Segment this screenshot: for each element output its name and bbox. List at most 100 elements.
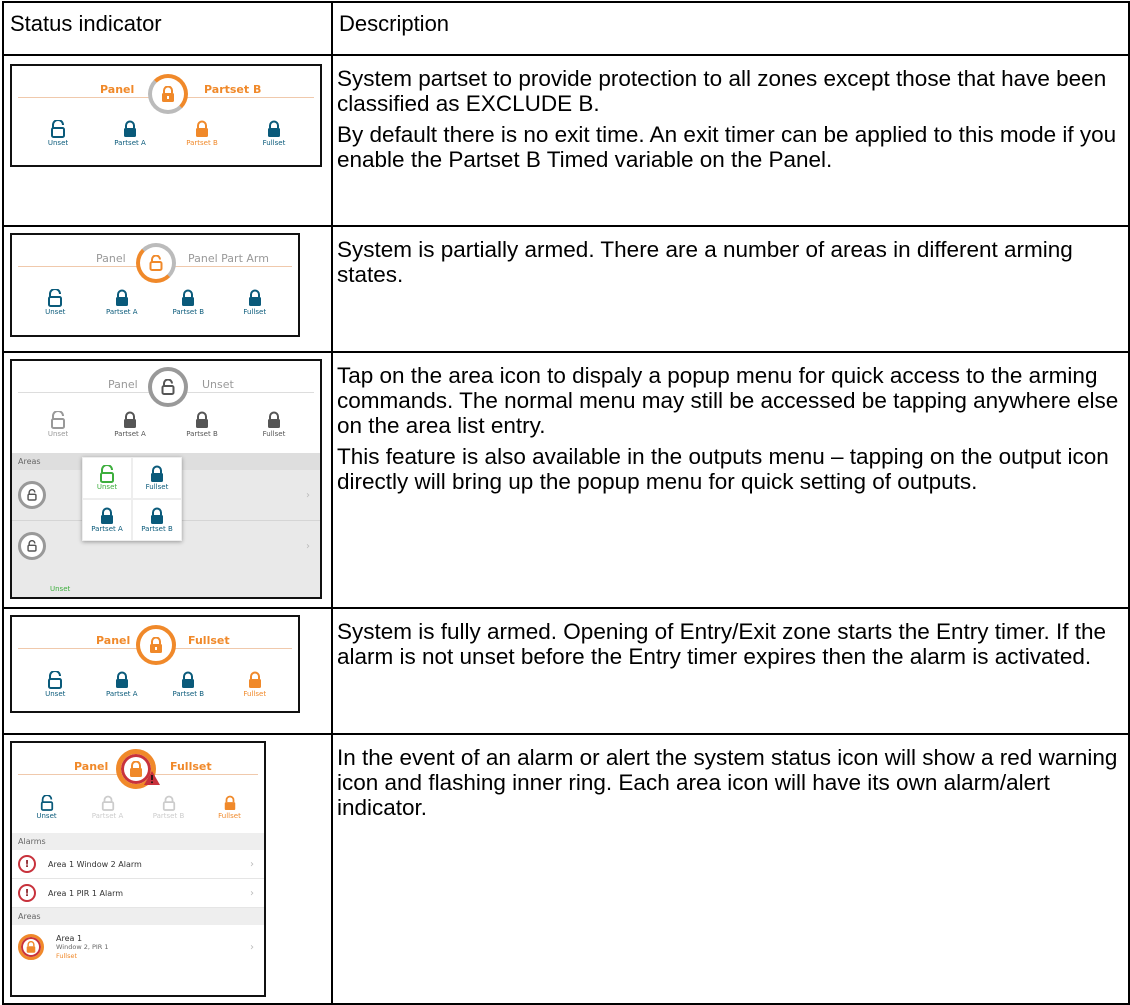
- alarm-list-item[interactable]: ! Area 1 Window 2 Alarm ›: [12, 850, 264, 879]
- open-lock-icon: [40, 795, 53, 811]
- popup-partset-a-button[interactable]: Partset A: [82, 499, 132, 541]
- alarm-screenshot: Panel Fullset Unset Partset A Partset B …: [10, 741, 266, 997]
- description-paragraph: By default there is no exit time. An exi…: [337, 122, 1117, 172]
- mode-unset-button[interactable]: Unset: [17, 795, 77, 833]
- chevron-right-icon: ›: [250, 887, 254, 899]
- popup-menu-screenshot: Panel Unset Unset Partset A Partset B Fu…: [10, 359, 322, 599]
- mode-unset-button[interactable]: Unset: [25, 671, 85, 698]
- status-table: Status indicator Description Panel Parts…: [2, 1, 1130, 1005]
- alarm-icon: !: [18, 884, 36, 902]
- system-status-icon: [136, 625, 176, 665]
- mode-buttons: Unset Partset A Partset B Fullset: [12, 795, 264, 833]
- area-status-text: Unset: [50, 585, 71, 593]
- lock-icon: [161, 86, 175, 102]
- lock-icon: [151, 507, 163, 524]
- area-status-text: Fullset: [56, 951, 78, 960]
- mode-partset-a-button[interactable]: Partset A: [100, 120, 160, 147]
- panel-label: Panel: [96, 252, 126, 265]
- mode-label: Panel Part Arm: [188, 252, 269, 265]
- chevron-right-icon: ›: [306, 540, 310, 552]
- table-row: Panel Partset B Unset Partset A Partset …: [2, 54, 1130, 227]
- lock-icon: [115, 289, 128, 306]
- mode-buttons: Unset Partset A Partset B Fullset: [12, 289, 298, 316]
- description-paragraph: Tap on the area icon to dispaly a popup …: [337, 363, 1119, 438]
- mode-label: Fullset: [188, 634, 230, 647]
- mode-partset-b-button[interactable]: Partset B: [139, 795, 199, 833]
- lock-icon: [268, 411, 280, 428]
- lock-icon: [124, 411, 136, 428]
- mode-fullset-button[interactable]: Fullset: [225, 671, 285, 698]
- mode-buttons: Unset Partset A Partset B Fullset: [12, 411, 320, 453]
- status-indicator-cell: Panel Fullset Unset Partset A Partset B …: [2, 733, 333, 1005]
- mode-buttons: Unset Partset A Partset B Fullset: [12, 671, 298, 698]
- alarms-section-label: Alarms: [12, 833, 264, 850]
- panel-label: Panel: [74, 760, 109, 773]
- mode-fullset-button[interactable]: Fullset: [200, 795, 260, 833]
- header-status-indicator: Status indicator: [2, 1, 333, 56]
- open-lock-icon: [51, 120, 65, 138]
- areas-section-label: Areas: [12, 908, 264, 925]
- open-lock-icon: [100, 465, 114, 483]
- mode-fullset-button[interactable]: Fullset: [244, 411, 304, 453]
- open-lock-icon: [48, 671, 63, 689]
- description-paragraph: System is partially armed. There are a n…: [337, 237, 1073, 287]
- description-cell: System is fully armed. Opening of Entry/…: [331, 607, 1130, 735]
- arming-popup-menu: Unset Fullset Partset A Partset B: [82, 457, 182, 541]
- mode-partset-b-button[interactable]: Partset B: [158, 289, 218, 316]
- mode-partset-b-button[interactable]: Partset B: [172, 411, 232, 453]
- warning-icon: [144, 771, 160, 785]
- popup-partset-b-button[interactable]: Partset B: [132, 499, 182, 541]
- part-arm-screenshot: Panel Panel Part Arm Unset Partset A Par…: [10, 233, 300, 337]
- mode-label: Fullset: [170, 760, 212, 773]
- open-lock-icon: [48, 289, 63, 307]
- open-lock-icon: [51, 411, 65, 429]
- area-list-item[interactable]: Area 1 Window 2, PIR 1 Fullset ›: [12, 925, 264, 969]
- panel-label: Panel: [108, 378, 138, 391]
- open-lock-icon: [161, 379, 175, 395]
- area-detail: Window 2, PIR 1: [56, 942, 109, 951]
- header-row: Status indicator Description: [2, 1, 1130, 56]
- mode-unset-button[interactable]: Unset: [25, 289, 85, 316]
- lock-icon: [115, 671, 128, 688]
- lock-icon: [196, 411, 208, 428]
- mode-unset-button[interactable]: Unset: [28, 411, 88, 453]
- area-status-icon[interactable]: [18, 481, 46, 509]
- system-status-icon: [136, 243, 176, 283]
- alarm-list-item[interactable]: ! Area 1 PIR 1 Alarm ›: [12, 879, 264, 908]
- mode-partset-b-button[interactable]: Partset B: [172, 120, 232, 147]
- popup-unset-button[interactable]: Unset: [82, 457, 132, 499]
- lock-icon: [268, 120, 280, 137]
- area-status-icon[interactable]: [18, 934, 44, 960]
- mode-label: Unset: [202, 378, 234, 391]
- lock-icon: [182, 289, 195, 306]
- header-description: Description: [331, 1, 1130, 56]
- status-indicator-cell: Panel Fullset Unset Partset A Partset B …: [2, 607, 333, 735]
- description-cell: System is partially armed. There are a n…: [331, 225, 1130, 353]
- description-paragraph: System partset to provide protection to …: [337, 66, 1107, 116]
- popup-fullset-button[interactable]: Fullset: [132, 457, 182, 499]
- table-row: Panel Fullset Unset Partset A Partset B …: [2, 733, 1130, 1005]
- lock-icon: [151, 465, 163, 482]
- system-status-icon: [148, 367, 188, 407]
- mode-fullset-button[interactable]: Fullset: [244, 120, 304, 147]
- panel-label: Panel: [96, 634, 131, 647]
- status-indicator-cell: Panel Partset B Unset Partset A Partset …: [2, 54, 333, 227]
- area-name: Area 1: [56, 933, 83, 943]
- mode-partset-a-button[interactable]: Partset A: [92, 289, 152, 316]
- open-lock-icon: [149, 255, 163, 271]
- lock-icon: [124, 120, 136, 137]
- mode-fullset-button[interactable]: Fullset: [225, 289, 285, 316]
- description-paragraph: In the event of an alarm or alert the sy…: [337, 745, 1118, 820]
- mode-partset-a-button[interactable]: Partset A: [100, 411, 160, 453]
- lock-icon: [162, 795, 175, 811]
- mode-unset-button[interactable]: Unset: [28, 120, 88, 147]
- mode-partset-a-button[interactable]: Partset A: [78, 795, 138, 833]
- chevron-right-icon: ›: [306, 489, 310, 501]
- table-row: Panel Panel Part Arm Unset Partset A Par…: [2, 225, 1130, 353]
- lock-icon: [248, 671, 261, 688]
- area-status-icon[interactable]: [18, 532, 46, 560]
- mode-partset-b-button[interactable]: Partset B: [158, 671, 218, 698]
- partset-b-screenshot: Panel Partset B Unset Partset A Partset …: [10, 64, 322, 167]
- mode-partset-a-button[interactable]: Partset A: [92, 671, 152, 698]
- mode-buttons: Unset Partset A Partset B Fullset: [12, 120, 320, 147]
